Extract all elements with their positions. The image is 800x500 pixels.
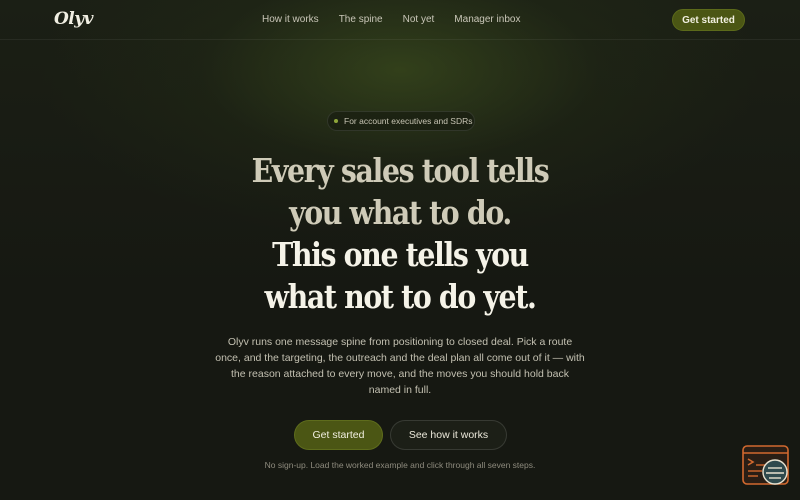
audience-badge-label: For account executives and SDRs (344, 116, 473, 126)
status-dot-icon (334, 119, 338, 123)
chat-terminal-icon[interactable] (742, 445, 790, 487)
headline-line-2: you what to do. (289, 193, 512, 232)
see-how-it-works-button[interactable]: See how it works (390, 420, 507, 450)
hero-footnote: No sign-up. Load the worked example and … (264, 460, 536, 470)
brand-logo[interactable]: Olyv (54, 9, 94, 29)
headline-line-3: This one tells you (272, 235, 529, 274)
get-started-button[interactable]: Get started (294, 420, 383, 450)
nav-links: How it works The spine Not yet Manager i… (262, 14, 540, 25)
nav-get-started-button[interactable]: Get started (672, 9, 745, 31)
nav-link-how-it-works[interactable]: How it works (262, 14, 319, 25)
audience-badge: For account executives and SDRs (327, 111, 475, 131)
nav-link-not-yet[interactable]: Not yet (403, 14, 435, 25)
hero-headline: Every sales tool tells you what to do. T… (56, 150, 744, 318)
headline-line-1: Every sales tool tells (251, 151, 550, 190)
nav-link-manager-inbox[interactable]: Manager inbox (454, 14, 520, 25)
hero-description: Olyv runs one message spine from positio… (215, 336, 585, 396)
top-nav: Olyv How it works The spine Not yet Mana… (0, 0, 800, 40)
headline-line-4: what not to do yet. (264, 277, 537, 316)
nav-link-the-spine[interactable]: The spine (339, 14, 383, 25)
